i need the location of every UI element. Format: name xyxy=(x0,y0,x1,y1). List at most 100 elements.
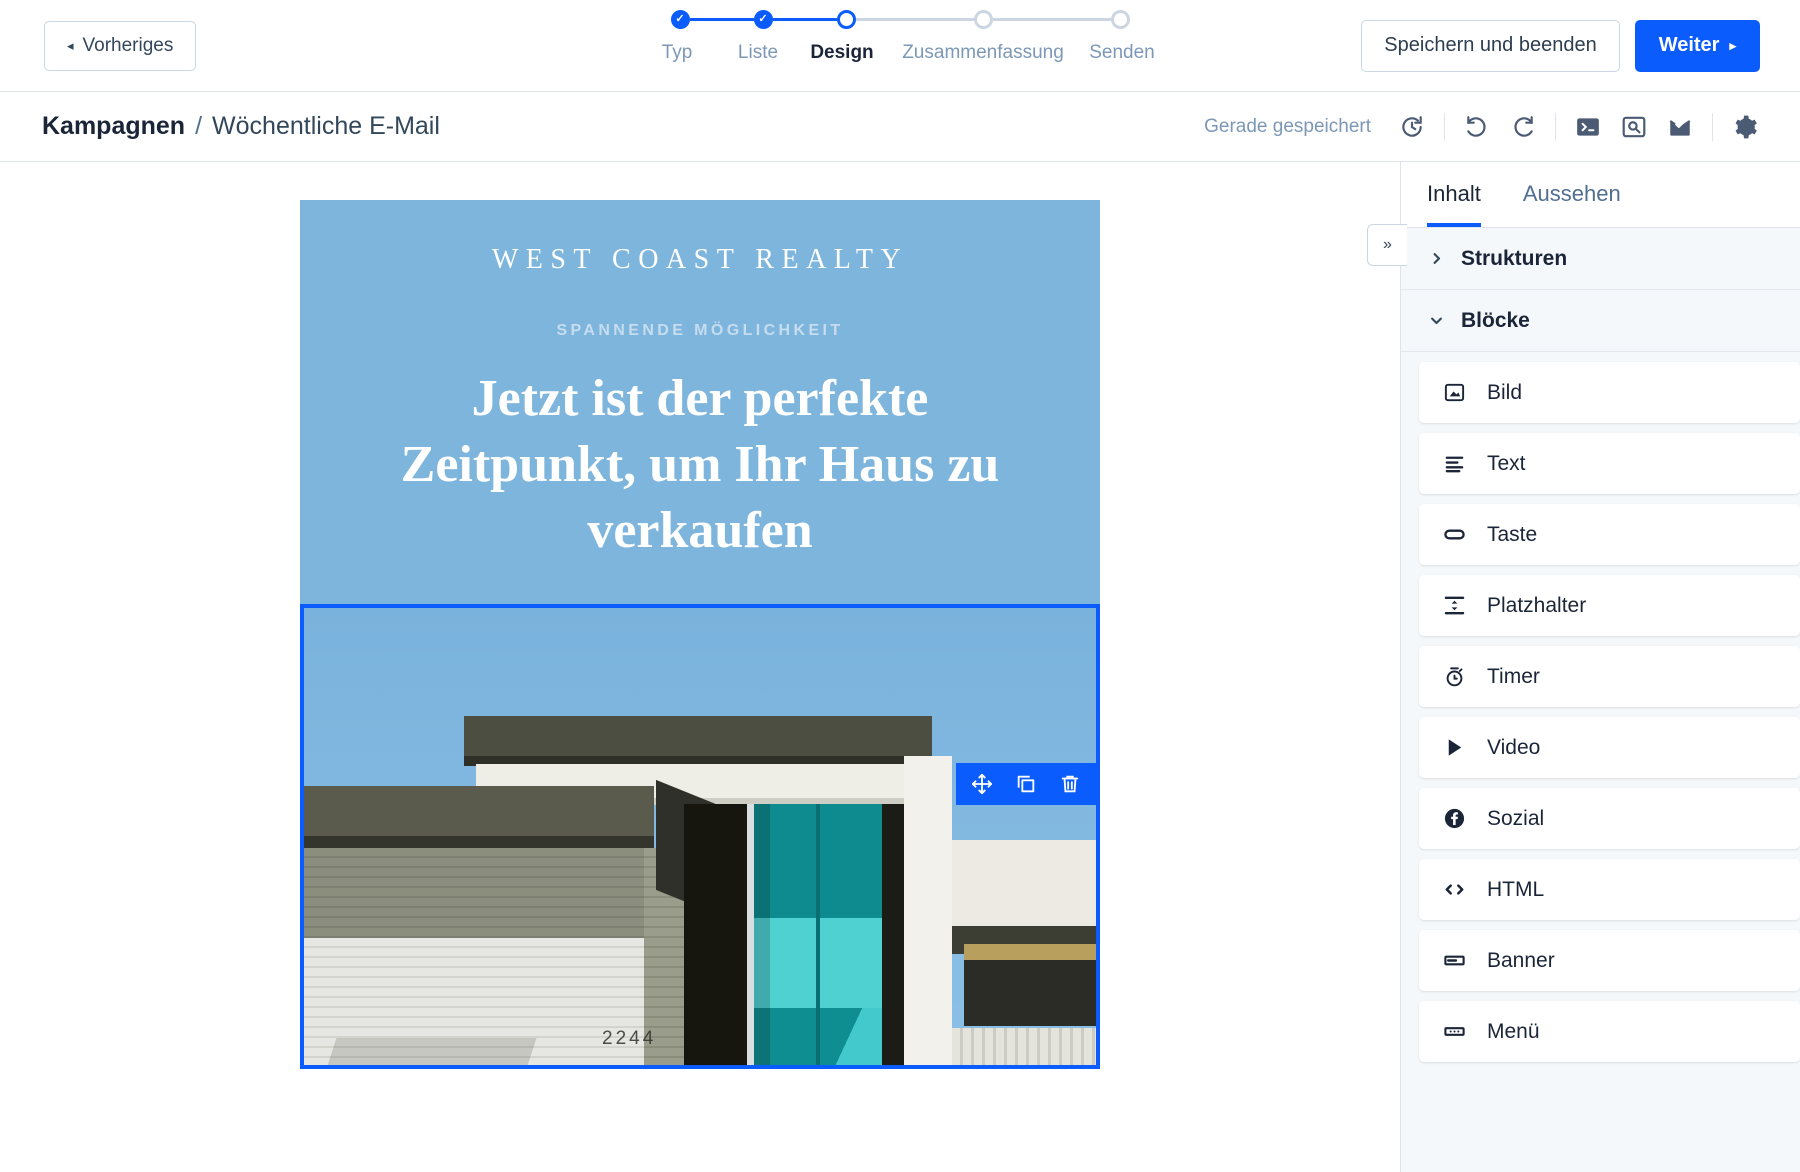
breadcrumb-separator: / xyxy=(195,112,202,141)
step-node-zusammenfassung[interactable] xyxy=(974,10,993,29)
banner-icon xyxy=(1441,948,1467,974)
step-line-2 xyxy=(773,18,837,21)
breadcrumb-bar: Kampagnen / Wöchentliche E-Mail Gerade g… xyxy=(0,92,1800,162)
previous-button-label: Vorheriges xyxy=(83,35,174,57)
house-photo: 2244 xyxy=(304,608,1096,1065)
door-shadow xyxy=(754,804,770,1065)
block-item-label: Taste xyxy=(1487,523,1537,547)
chevron-right-icon xyxy=(1427,251,1445,266)
roof-shadow-left xyxy=(304,836,654,848)
section-strukturen[interactable]: Strukturen xyxy=(1401,228,1800,290)
preview-icon[interactable] xyxy=(1611,104,1657,150)
block-item-timer[interactable]: Timer xyxy=(1419,646,1800,707)
facebook-icon xyxy=(1441,806,1467,832)
email-image-block[interactable]: 2244 xyxy=(300,604,1100,1069)
undo-icon[interactable] xyxy=(1454,104,1500,150)
block-item-bild[interactable]: Bild xyxy=(1419,362,1800,423)
block-item-label: Sozial xyxy=(1487,807,1544,831)
email-canvas[interactable]: WEST COAST REALTY SPANNENDE MÖGLICHKEIT … xyxy=(0,162,1400,1172)
step-node-typ[interactable]: ✓ xyxy=(671,10,690,29)
step-node-design[interactable] xyxy=(837,10,856,29)
stepper-labels: Typ Liste Design Zusammenfassung Senden xyxy=(637,42,1163,64)
block-action-toolbar xyxy=(956,763,1096,805)
check-icon: ✓ xyxy=(675,14,684,25)
sidebar-tabs: Inhalt Aussehen xyxy=(1401,162,1800,228)
step-line-4 xyxy=(993,18,1111,21)
toolbar-divider xyxy=(1712,113,1713,141)
chevron-right-icon: ▸ xyxy=(1729,38,1736,54)
step-line-3 xyxy=(856,18,974,21)
collapse-panel-button[interactable]: » xyxy=(1367,224,1407,266)
block-item-label: HTML xyxy=(1487,878,1544,902)
code-icon[interactable] xyxy=(1565,104,1611,150)
block-item-html[interactable]: HTML xyxy=(1419,859,1800,920)
previous-button[interactable]: ◂ Vorheriges xyxy=(44,21,196,71)
text-icon xyxy=(1441,451,1467,477)
entry-column xyxy=(904,756,952,1065)
block-item-label: Banner xyxy=(1487,949,1555,973)
move-icon[interactable] xyxy=(960,763,1004,805)
step-node-liste[interactable]: ✓ xyxy=(754,10,773,29)
chevron-double-right-icon: » xyxy=(1383,236,1392,254)
button-icon xyxy=(1441,522,1467,548)
tab-aussehen[interactable]: Aussehen xyxy=(1523,162,1621,227)
tab-inhalt[interactable]: Inhalt xyxy=(1427,162,1481,227)
neighbor-wall xyxy=(952,840,1096,930)
step-label-zusammenfassung[interactable]: Zusammenfassung xyxy=(885,42,1081,64)
breadcrumb-current-title: Wöchentliche E-Mail xyxy=(212,112,440,141)
history-icon[interactable] xyxy=(1389,104,1435,150)
image-icon xyxy=(1441,380,1467,406)
block-item-platzhalter[interactable]: Platzhalter xyxy=(1419,575,1800,636)
save-status: Gerade gespeichert xyxy=(1204,116,1371,138)
email-eyebrow-text: SPANNENDE MÖGLICHKEIT xyxy=(348,322,1052,340)
block-item-video[interactable]: Video xyxy=(1419,717,1800,778)
brick-wall-upper xyxy=(304,848,679,938)
code-brackets-icon xyxy=(1441,877,1467,903)
email-hero-section[interactable]: WEST COAST REALTY SPANNENDE MÖGLICHKEIT … xyxy=(300,200,1100,604)
delete-icon[interactable] xyxy=(1048,763,1092,805)
block-item-menue[interactable]: Menü xyxy=(1419,1001,1800,1062)
gear-icon[interactable] xyxy=(1722,104,1768,150)
email-editor-app: ◂ Vorheriges ✓ ✓ Typ Liste Design Zusamm… xyxy=(0,0,1800,1172)
section-bloecke[interactable]: Blöcke xyxy=(1401,290,1800,352)
sidelight-right xyxy=(882,804,904,1065)
block-item-taste[interactable]: Taste xyxy=(1419,504,1800,565)
toolbar-divider xyxy=(1555,113,1556,141)
breadcrumb: Kampagnen / Wöchentliche E-Mail xyxy=(42,112,440,141)
slat-fence xyxy=(952,1028,1096,1065)
editor-toolbar: Gerade gespeichert xyxy=(1204,104,1768,150)
step-node-senden[interactable] xyxy=(1111,10,1130,29)
timer-icon xyxy=(1441,664,1467,690)
block-item-banner[interactable]: Banner xyxy=(1419,930,1800,991)
save-and-exit-button[interactable]: Speichern und beenden xyxy=(1361,20,1619,72)
wizard-bar: ◂ Vorheriges ✓ ✓ Typ Liste Design Zusamm… xyxy=(0,0,1800,92)
step-label-design[interactable]: Design xyxy=(799,42,885,64)
wizard-actions: Speichern und beenden Weiter ▸ xyxy=(1361,20,1760,72)
email-headline-text: Jetzt ist der perfekte Zeitpunkt, um Ihr… xyxy=(348,366,1052,564)
step-line-1 xyxy=(690,18,754,21)
block-item-label: Menü xyxy=(1487,1020,1540,1044)
right-sidebar: » Inhalt Aussehen Strukturen Blöcke xyxy=(1400,162,1800,1172)
wizard-stepper: ✓ ✓ Typ Liste Design Zusammenfassung Sen… xyxy=(637,10,1163,64)
email-preview: WEST COAST REALTY SPANNENDE MÖGLICHKEIT … xyxy=(300,200,1100,1172)
editor-body: WEST COAST REALTY SPANNENDE MÖGLICHKEIT … xyxy=(0,162,1800,1172)
step-label-senden[interactable]: Senden xyxy=(1081,42,1163,64)
chevron-left-icon: ◂ xyxy=(67,39,74,52)
toolbar-divider xyxy=(1444,113,1445,141)
breadcrumb-root-link[interactable]: Kampagnen xyxy=(42,112,185,141)
block-item-label: Bild xyxy=(1487,381,1522,405)
stepper-track: ✓ ✓ xyxy=(671,10,1130,29)
block-list: Bild Text Taste xyxy=(1401,352,1800,1172)
next-button[interactable]: Weiter ▸ xyxy=(1635,20,1760,72)
video-icon xyxy=(1441,735,1467,761)
step-label-typ[interactable]: Typ xyxy=(637,42,717,64)
block-item-text[interactable]: Text xyxy=(1419,433,1800,494)
duplicate-icon[interactable] xyxy=(1004,763,1048,805)
block-item-sozial[interactable]: Sozial xyxy=(1419,788,1800,849)
spacer-icon xyxy=(1441,593,1467,619)
test-email-icon[interactable] xyxy=(1657,104,1703,150)
email-brand-text: WEST COAST REALTY xyxy=(348,244,1052,276)
redo-icon[interactable] xyxy=(1500,104,1546,150)
step-label-liste[interactable]: Liste xyxy=(717,42,799,64)
door-center-seam xyxy=(816,804,820,1065)
